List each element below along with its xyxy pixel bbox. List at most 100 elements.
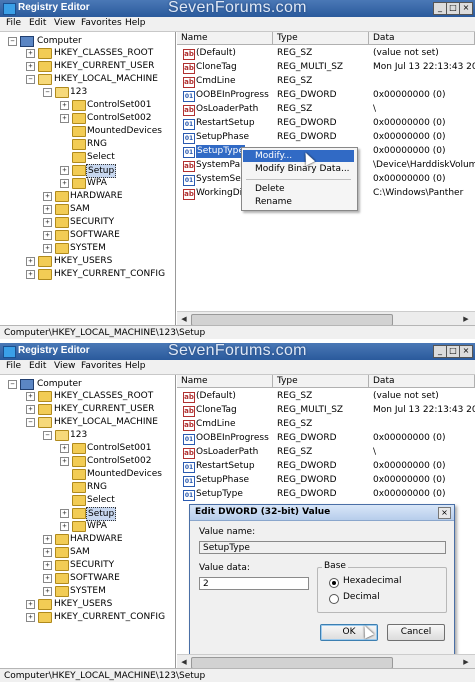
minimize-button[interactable]: _ [433,345,447,358]
expand-toggle[interactable]: + [26,613,35,622]
column-header-data[interactable]: Data [369,32,475,45]
value-type: REG_SZ [277,391,313,401]
folder-icon [55,573,69,584]
expand-toggle[interactable]: + [26,270,35,279]
folder-icon [72,495,86,506]
scroll-right-arrow-icon[interactable]: ▶ [461,314,471,324]
folder-icon [55,204,69,215]
menu-edit[interactable]: Edit [29,361,46,371]
scroll-right-arrow-icon[interactable]: ▶ [461,657,471,667]
value-row[interactable]: ab (Default) REG_SZ (value not set) [177,390,475,403]
minimize-button[interactable]: _ [433,2,447,15]
menu-item-modify[interactable]: Modify... [243,150,354,162]
horizontal-scrollbar[interactable]: ◀ ▶ [177,311,475,326]
horizontal-scrollbar[interactable]: ◀ ▶ [177,654,475,669]
title-bar[interactable]: Registry Editor SevenForums.com _ □ × [0,343,475,361]
string-value-icon: ab [183,63,195,74]
menu-view[interactable]: View [54,18,75,28]
menu-item-modify-binary[interactable]: Modify Binary Data... [243,163,354,175]
scroll-left-arrow-icon[interactable]: ◀ [179,314,189,324]
expand-toggle[interactable]: + [26,257,35,266]
expand-toggle[interactable]: + [60,166,69,175]
collapse-toggle[interactable]: − [8,380,17,389]
value-row[interactable]: 01 OOBEInProgress REG_DWORD 0x00000000 (0) [177,89,475,102]
value-row[interactable]: ab CloneTag REG_MULTI_SZ Mon Jul 13 22:13:4… [177,61,475,74]
hexadecimal-radio[interactable] [329,578,339,588]
expand-toggle[interactable]: + [43,231,52,240]
expand-toggle[interactable]: + [60,101,69,110]
value-row[interactable]: ab OsLoaderPath REG_SZ \ [177,103,475,116]
collapse-toggle[interactable]: − [43,431,52,440]
value-data: \ [373,104,377,114]
column-header-name[interactable]: Name [177,375,273,388]
expand-toggle[interactable]: + [60,179,69,188]
menu-favorites[interactable]: Favorites [81,18,122,28]
expand-toggle[interactable]: + [43,548,52,557]
column-header-type[interactable]: Type [273,32,369,45]
expand-toggle[interactable]: + [26,62,35,71]
column-header-name[interactable]: Name [177,32,273,45]
expand-toggle[interactable]: + [26,392,35,401]
expand-toggle[interactable]: + [60,457,69,466]
string-value-icon: ab [183,420,195,431]
tree-label: ControlSet002 [87,456,152,466]
value-row[interactable]: ab CmdLine REG_SZ [177,418,475,431]
maximize-button[interactable]: □ [446,2,460,15]
value-row[interactable]: ab CmdLine REG_SZ [177,75,475,88]
expand-toggle[interactable]: + [26,600,35,609]
folder-open-icon [55,430,69,441]
close-button[interactable]: × [459,2,473,15]
maximize-button[interactable]: □ [446,345,460,358]
expand-toggle[interactable]: + [43,574,52,583]
column-header-data[interactable]: Data [369,375,475,388]
tree-label: SYSTEM [70,586,106,596]
expand-toggle[interactable]: + [26,49,35,58]
close-button[interactable]: × [459,345,473,358]
value-type: REG_SZ [277,76,313,86]
value-data-input[interactable]: 2 [199,577,309,590]
expand-toggle[interactable]: + [43,244,52,253]
column-header-type[interactable]: Type [273,375,369,388]
title-bar[interactable]: Registry Editor SevenForums.com _ □ × [0,0,475,18]
value-row[interactable]: 01 SetupPhase REG_DWORD 0x00000000 (0) [177,131,475,144]
expand-toggle[interactable]: + [60,522,69,531]
menu-favorites[interactable]: Favorites [81,361,122,371]
collapse-toggle[interactable]: − [26,418,35,427]
menu-help[interactable]: Help [125,18,146,28]
expand-toggle[interactable]: + [43,192,52,201]
expand-toggle[interactable]: + [60,444,69,453]
menu-file[interactable]: File [6,361,21,371]
expand-toggle[interactable]: + [43,535,52,544]
expand-toggle[interactable]: + [43,561,52,570]
collapse-toggle[interactable]: − [26,75,35,84]
dialog-title-bar[interactable]: Edit DWORD (32-bit) Value × [190,505,454,521]
expand-toggle[interactable]: + [43,205,52,214]
expand-toggle[interactable]: + [60,509,69,518]
folder-icon [55,534,69,545]
folder-icon [38,404,52,415]
menu-item-delete[interactable]: Delete [243,183,354,195]
collapse-toggle[interactable]: − [43,88,52,97]
value-row[interactable]: ab CloneTag REG_MULTI_SZ Mon Jul 13 22:13:4… [177,404,475,417]
value-row[interactable]: ab (Default) REG_SZ (value not set) [177,47,475,60]
collapse-toggle[interactable]: − [8,37,17,46]
value-row[interactable]: 01 SetupPhase REG_DWORD 0x00000000 (0) [177,474,475,487]
expand-toggle[interactable]: + [43,218,52,227]
menu-edit[interactable]: Edit [29,18,46,28]
value-row[interactable]: 01 RestartSetup REG_DWORD 0x00000000 (0) [177,117,475,130]
expand-toggle[interactable]: + [26,405,35,414]
menu-item-rename[interactable]: Rename [243,196,354,208]
expand-toggle[interactable]: + [60,114,69,123]
decimal-radio[interactable] [329,594,339,604]
value-row[interactable]: 01 RestartSetup REG_DWORD 0x00000000 (0) [177,460,475,473]
scroll-left-arrow-icon[interactable]: ◀ [179,657,189,667]
dialog-close-button[interactable]: × [438,507,451,519]
menu-help[interactable]: Help [125,361,146,371]
menu-file[interactable]: File [6,18,21,28]
value-row[interactable]: ab OsLoaderPath REG_SZ \ [177,446,475,459]
expand-toggle[interactable]: + [43,587,52,596]
cancel-button[interactable]: Cancel [387,624,445,641]
value-row[interactable]: 01 OOBEInProgress REG_DWORD 0x00000000 (0) [177,432,475,445]
value-row[interactable]: 01 SetupType REG_DWORD 0x00000000 (0) [177,488,475,501]
menu-view[interactable]: View [54,361,75,371]
